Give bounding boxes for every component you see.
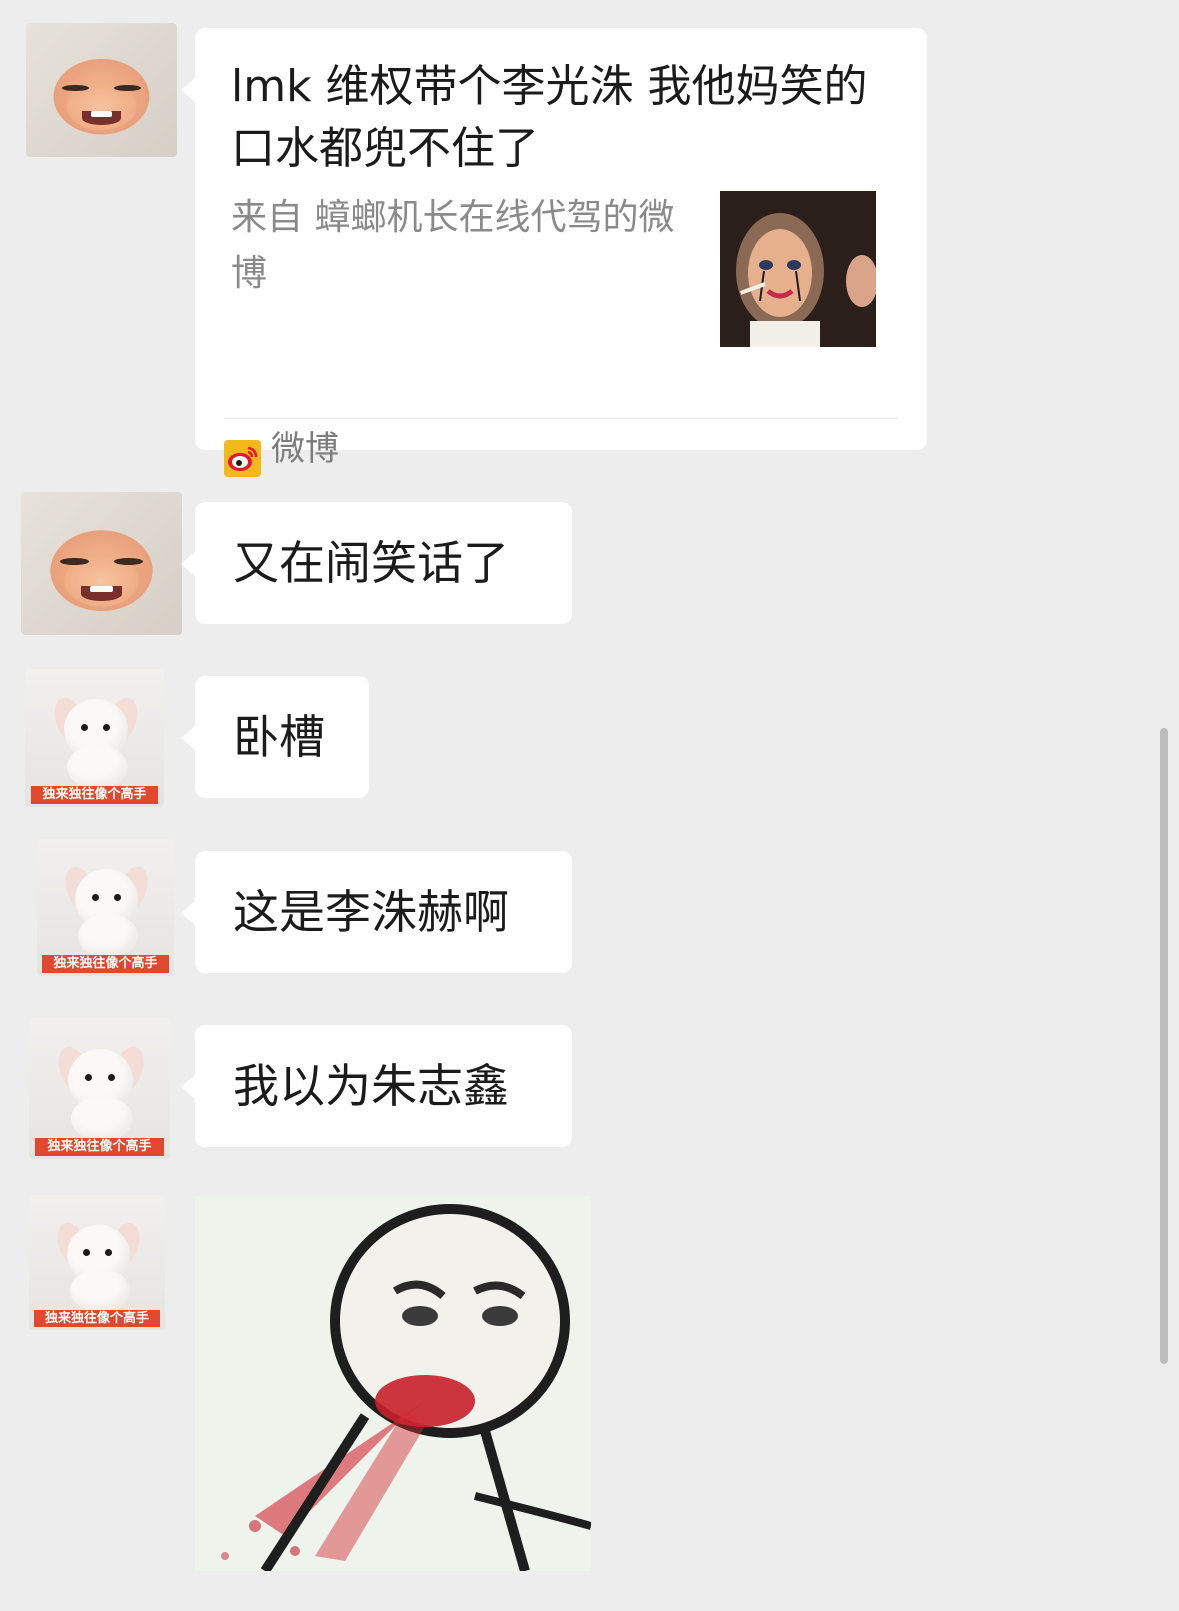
message-bubble[interactable]: 卧槽: [181, 676, 369, 798]
avatar-caption: 独来独往像个高手: [34, 1137, 165, 1157]
scrollbar[interactable]: [1160, 728, 1168, 1364]
share-card-title: lmk 维权带个李光洙 我他妈笑的口水都兜不住了: [231, 61, 868, 174]
avatar-caption: 独来独往像个高手: [30, 786, 159, 805]
share-card[interactable]: lmk 维权带个李光洙 我他妈笑的口水都兜不住了 来自 蟑螂机长在线代驾的微博 …: [181, 28, 927, 477]
message-text: 卧槽: [233, 710, 325, 764]
message-text: 又在闹笑话了: [233, 536, 509, 590]
avatar-caption: 独来独往像个高手: [42, 955, 169, 974]
message-bubble[interactable]: 又在闹笑话了: [181, 502, 572, 624]
share-card-divider: [224, 418, 898, 419]
message-text: 这是李洙赫啊: [233, 885, 509, 939]
avatar-bunny[interactable]: 独来独往像个高手: [29, 1195, 165, 1330]
share-card-thumbnail: [720, 191, 876, 347]
avatar-bunny[interactable]: 独来独往像个高手: [29, 1018, 170, 1159]
weibo-icon: [224, 431, 261, 477]
share-card-source-label: 微博: [271, 429, 339, 469]
avatar-caption: 独来独往像个高手: [34, 1309, 160, 1328]
avatar-baby[interactable]: [26, 23, 177, 157]
avatar-baby[interactable]: [21, 492, 182, 635]
message-bubble[interactable]: 这是李洙赫啊: [181, 851, 572, 973]
avatar-bunny[interactable]: 独来独往像个高手: [25, 669, 164, 807]
message-text: 我以为朱志鑫: [233, 1059, 509, 1113]
share-card-subtitle: 来自 蟑螂机长在线代驾的微博: [231, 197, 675, 294]
message-bubble[interactable]: 我以为朱志鑫: [181, 1025, 572, 1147]
sticker-image[interactable]: [195, 1196, 591, 1571]
avatar-bunny[interactable]: 独来独往像个高手: [37, 839, 174, 976]
